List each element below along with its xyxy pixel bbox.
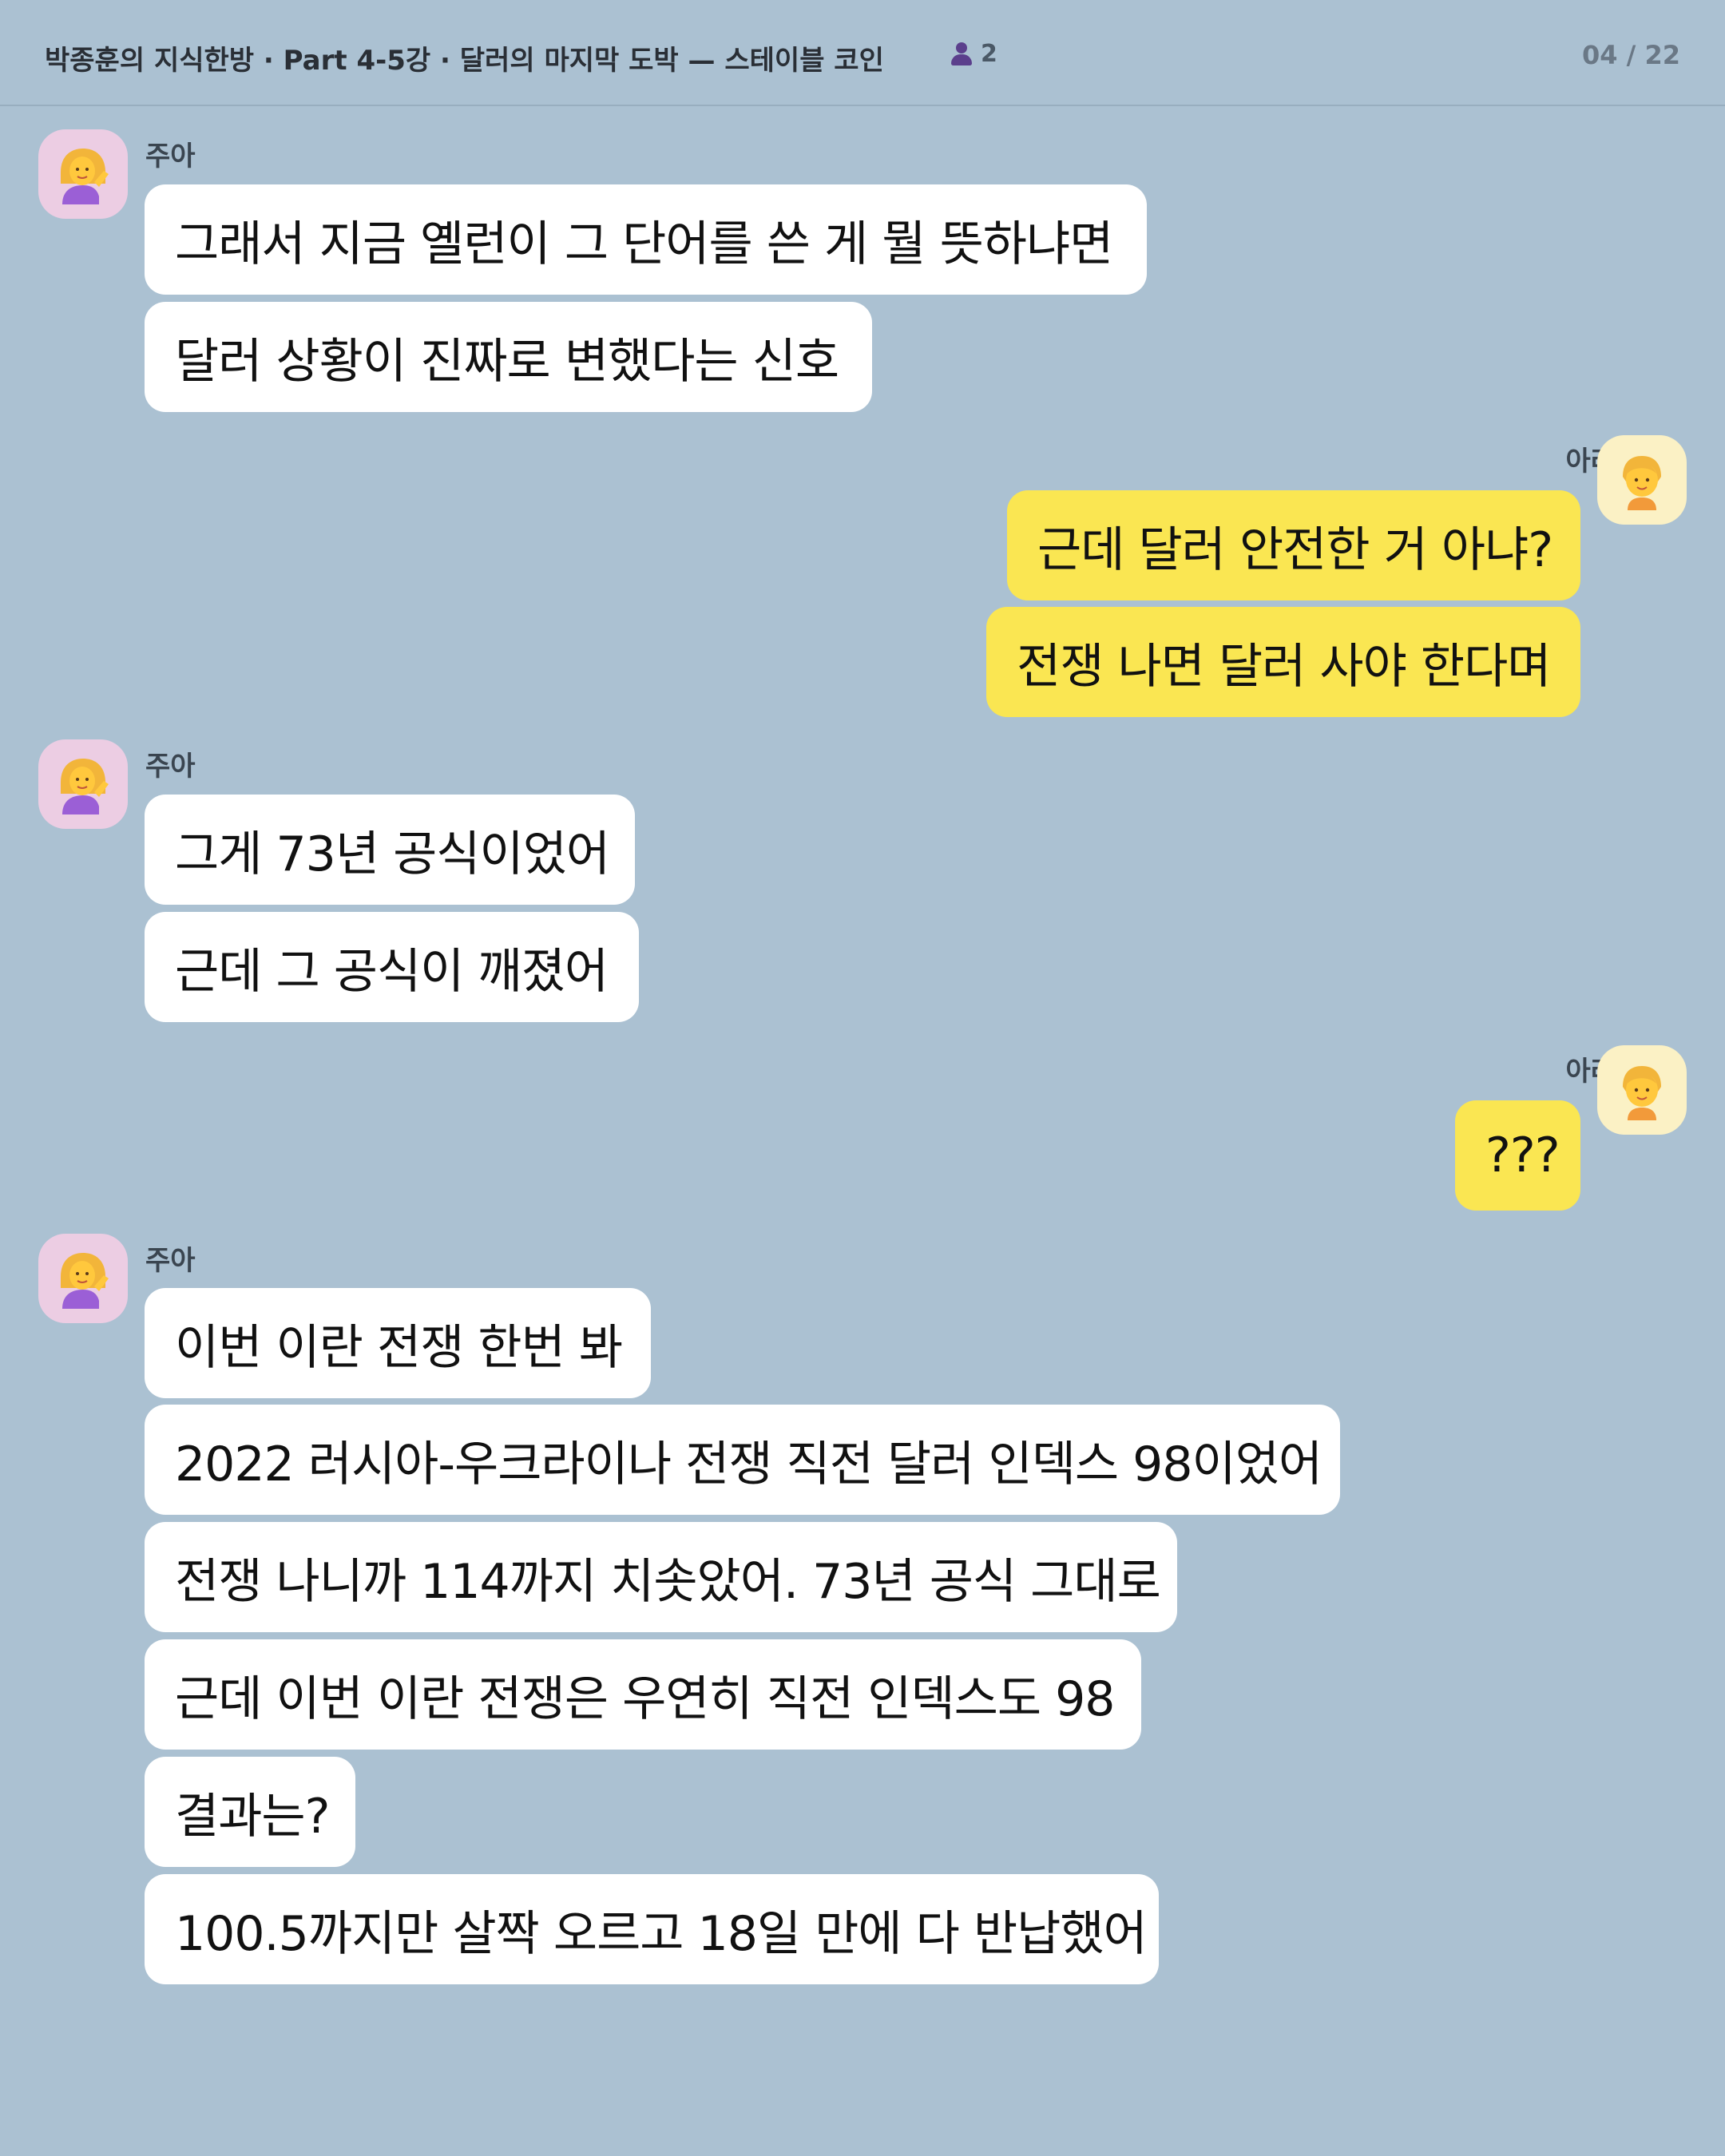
- child-face-icon: [1623, 456, 1661, 510]
- woman-tipping-hand-icon: [61, 759, 109, 814]
- participants-label: 2: [981, 40, 997, 68]
- message-bubble-in[interactable]: 근데 이번 이란 전쟁은 우연히 직전 인덱스도 98: [145, 1639, 1141, 1750]
- message-bubble-out[interactable]: 근데 달러 안전한 거 아냐?: [1007, 490, 1580, 600]
- message-bubble-out[interactable]: ???: [1455, 1100, 1580, 1211]
- page-indicator: 04 / 22: [1581, 40, 1680, 70]
- avatar-zua[interactable]: [38, 129, 128, 219]
- message-bubble-in[interactable]: 이번 이란 전쟁 한번 봐: [145, 1288, 651, 1398]
- sender-name-zua: 주아: [145, 751, 196, 783]
- avatar-zua[interactable]: [38, 1234, 128, 1323]
- message-bubble-in[interactable]: 그래서 지금 옐런이 그 단어를 쓴 게 뭘 뜻하냐면: [145, 184, 1147, 295]
- message-bubble-in[interactable]: 그게 73년 공식이었어: [145, 795, 635, 905]
- message-bubble-in[interactable]: 결과는?: [145, 1757, 355, 1867]
- message-bubble-in[interactable]: 전쟁 나니까 114까지 치솟았어. 73년 공식 그대로: [145, 1522, 1177, 1632]
- avatar-ara[interactable]: [1597, 1045, 1687, 1135]
- message-bubble-in[interactable]: 근데 그 공식이 깨졌어: [145, 912, 639, 1022]
- message-bubble-in[interactable]: 2022 러시아-우크라이나 전쟁 직전 달러 인덱스 98이었어: [145, 1405, 1340, 1515]
- message-bubble-in[interactable]: 달러 상황이 진짜로 변했다는 신호: [145, 302, 872, 412]
- woman-tipping-hand-icon: [61, 149, 109, 204]
- woman-tipping-hand-icon: [61, 1253, 109, 1309]
- message-bubble-in[interactable]: 100.5까지만 살짝 오르고 18일 만에 다 반납했어: [145, 1874, 1159, 1984]
- chat-title: 박종훈의 지식한방 · Part 4-5강 · 달러의 마지막 도박 — 스테이…: [45, 45, 884, 77]
- sender-name-zua: 주아: [145, 141, 196, 172]
- child-face-icon: [1623, 1066, 1661, 1120]
- participants-count[interactable]: 2: [950, 40, 997, 68]
- message-bubble-out[interactable]: 전쟁 나면 달러 사야 한다며: [986, 607, 1580, 717]
- chat-header: 박종훈의 지식한방 · Part 4-5강 · 달러의 마지막 도박 — 스테이…: [0, 0, 1725, 106]
- person-icon: [950, 42, 973, 66]
- avatar-ara[interactable]: [1597, 435, 1687, 525]
- sender-name-zua: 주아: [145, 1245, 196, 1277]
- avatar-zua[interactable]: [38, 739, 128, 829]
